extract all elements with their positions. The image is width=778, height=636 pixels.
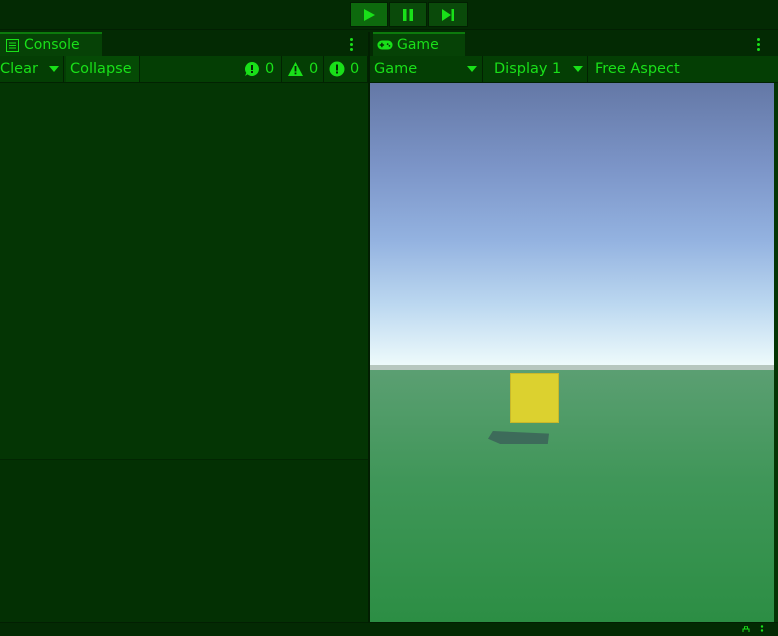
error-filter-toggle[interactable]: 0	[325, 56, 368, 82]
game-viewport[interactable]	[370, 83, 774, 622]
tab-console-label: Console	[24, 37, 80, 53]
game-tabbar: Game	[370, 32, 778, 56]
play-button[interactable]	[350, 2, 388, 27]
display-label: Display 1	[494, 61, 562, 77]
error-count: 0	[350, 61, 360, 77]
view-mode-chevron-down-icon	[467, 66, 477, 72]
console-menu-kebab-icon[interactable]	[345, 35, 357, 53]
display-dropdown[interactable]: Display 1	[484, 56, 588, 82]
step-button[interactable]	[428, 2, 468, 27]
console-toolbar: Clear Collapse 0 0 0	[0, 56, 368, 83]
game-menu-kebab-icon[interactable]	[752, 35, 764, 53]
warning-count: 0	[309, 61, 319, 77]
display-chevron-down-icon	[573, 66, 583, 72]
info-icon	[245, 62, 259, 76]
warning-filter-toggle[interactable]: 0	[283, 56, 324, 82]
status-icons	[742, 625, 764, 633]
aspect-label: Free Aspect	[595, 61, 680, 77]
console-log-list[interactable]	[0, 83, 368, 459]
skybox	[370, 83, 774, 368]
ground-plane	[370, 370, 774, 622]
play-mode-toolbar	[0, 0, 778, 30]
console-tabbar: Console	[0, 32, 368, 56]
console-detail-area[interactable]	[0, 460, 368, 622]
gamepad-icon	[377, 38, 393, 52]
view-mode-label: Game	[374, 61, 418, 77]
play-icon	[364, 8, 375, 21]
log-count: 0	[265, 61, 275, 77]
collapse-toggle[interactable]: Collapse	[66, 56, 140, 82]
log-filter-toggle[interactable]: 0	[240, 56, 282, 82]
lock-icon[interactable]	[742, 626, 750, 632]
step-icon	[442, 8, 454, 21]
editor-window: Console Clear Collapse 0 0 0 Game Game D…	[0, 0, 778, 636]
view-mode-dropdown[interactable]: Game	[370, 56, 483, 82]
console-panel: Console Clear Collapse 0 0 0	[0, 32, 368, 622]
warning-icon	[288, 62, 303, 76]
aspect-dropdown[interactable]: Free Aspect	[589, 56, 778, 82]
collapse-label: Collapse	[70, 61, 132, 77]
game-toolbar: Game Display 1 Free Aspect	[370, 56, 778, 83]
tab-console[interactable]: Console	[0, 32, 102, 56]
yellow-cube	[510, 373, 559, 423]
game-panel: Game Game Display 1 Free Aspect	[370, 32, 778, 622]
tab-game[interactable]: Game	[373, 32, 465, 56]
pause-icon	[403, 8, 413, 21]
kebab-icon[interactable]	[760, 625, 764, 633]
clear-label: Clear	[0, 61, 38, 77]
status-bar	[0, 622, 778, 636]
pause-button[interactable]	[389, 2, 427, 27]
error-icon	[329, 61, 345, 77]
clear-button[interactable]: Clear	[0, 56, 64, 82]
clear-dropdown-chevron-down-icon[interactable]	[49, 66, 59, 72]
console-icon	[4, 38, 20, 52]
tab-game-label: Game	[397, 37, 439, 53]
